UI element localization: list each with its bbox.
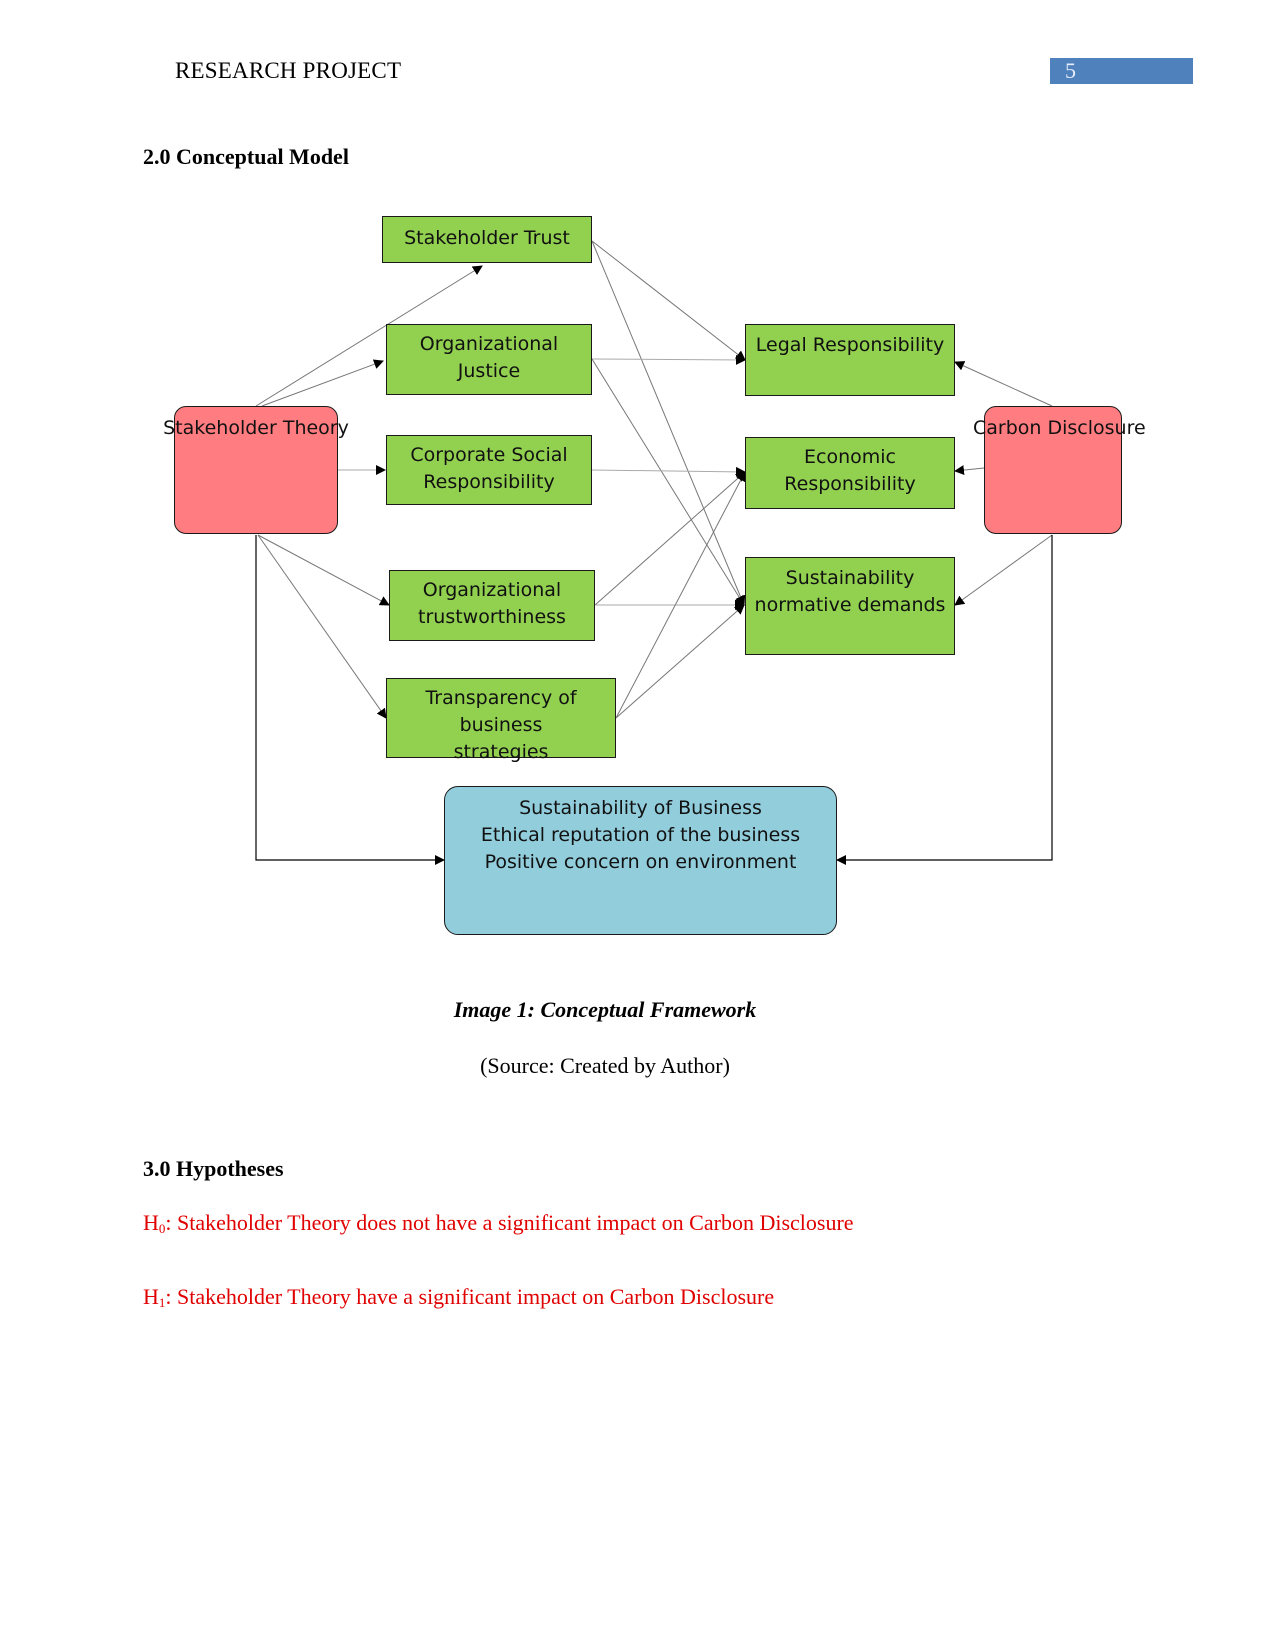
edge-transparency-to-economic xyxy=(615,471,746,719)
edge-carbon-to-sustainability xyxy=(954,534,1053,606)
edge-theory-to-transparency xyxy=(257,534,387,719)
hypothesis-alternative-text: : Stakeholder Theory have a significant … xyxy=(165,1284,775,1309)
node-carbon-disclosure: Carbon Disclosure xyxy=(973,406,1146,534)
edge-theory-to-trustworthiness xyxy=(257,534,390,606)
node-organizational-justice: Organizational Justice xyxy=(386,324,592,395)
node-stakeholder-trust: Stakeholder Trust xyxy=(382,216,592,263)
node-stakeholder-theory-label: Stakeholder Theory xyxy=(163,417,349,439)
edge-carbon-to-legal xyxy=(954,361,1053,407)
node-business-sustainability-outcome: Sustainability of Business Ethical reput… xyxy=(444,786,837,935)
edge-justice-to-sustainability xyxy=(591,358,745,606)
node-transparency-business-strategies: Transparency of business strategies xyxy=(386,678,616,763)
figure-caption: Image 1: Conceptual Framework xyxy=(453,997,757,1022)
edge-trust-to-legal xyxy=(591,240,746,361)
edge-justice-to-legal xyxy=(591,354,746,365)
conceptual-framework-diagram: Stakeholder Theory Carbon Disclosure Sta… xyxy=(0,0,1275,960)
node-sustainability-normative-demands: Sustainability normative demands xyxy=(745,557,955,655)
hypothesis-null-label: H xyxy=(143,1210,159,1235)
outcome-line-environment: Positive concern on environment xyxy=(484,851,797,873)
node-organizational-trustworthiness: Organizational trustworthiness xyxy=(389,570,595,641)
hypothesis-null: H0: Stakeholder Theory does not have a s… xyxy=(143,1210,854,1237)
edge-trust-to-sustainability xyxy=(591,240,746,606)
edge-theory-to-justice xyxy=(261,359,384,407)
node-corporate-social-responsibility: Corporate Social Responsibility xyxy=(386,435,592,505)
edge-carbon-to-economic xyxy=(954,465,985,476)
edge-transparency-to-sustainability xyxy=(615,604,745,719)
edge-trustworthiness-to-economic xyxy=(594,471,746,606)
node-stakeholder-theory: Stakeholder Theory xyxy=(163,406,349,534)
section-heading-hypotheses: 3.0 Hypotheses xyxy=(143,1156,284,1181)
outcome-line-ethical-reputation: Ethical reputation of the business xyxy=(480,824,801,846)
figure-source: (Source: Created by Author) xyxy=(480,1053,730,1078)
hypothesis-alternative-label: H xyxy=(143,1284,159,1309)
hypothesis-alternative: H1: Stakeholder Theory have a significan… xyxy=(143,1284,774,1311)
node-economic-responsibility: Economic Responsibility xyxy=(745,437,955,509)
outcome-line-sustainability: Sustainability of Business xyxy=(519,797,762,819)
node-carbon-disclosure-label: Carbon Disclosure xyxy=(973,417,1146,439)
node-legal-responsibility: Legal Responsibility xyxy=(745,324,955,396)
edge-csr-to-economic xyxy=(591,466,746,477)
hypothesis-null-text: : Stakeholder Theory does not have a sig… xyxy=(165,1210,854,1235)
